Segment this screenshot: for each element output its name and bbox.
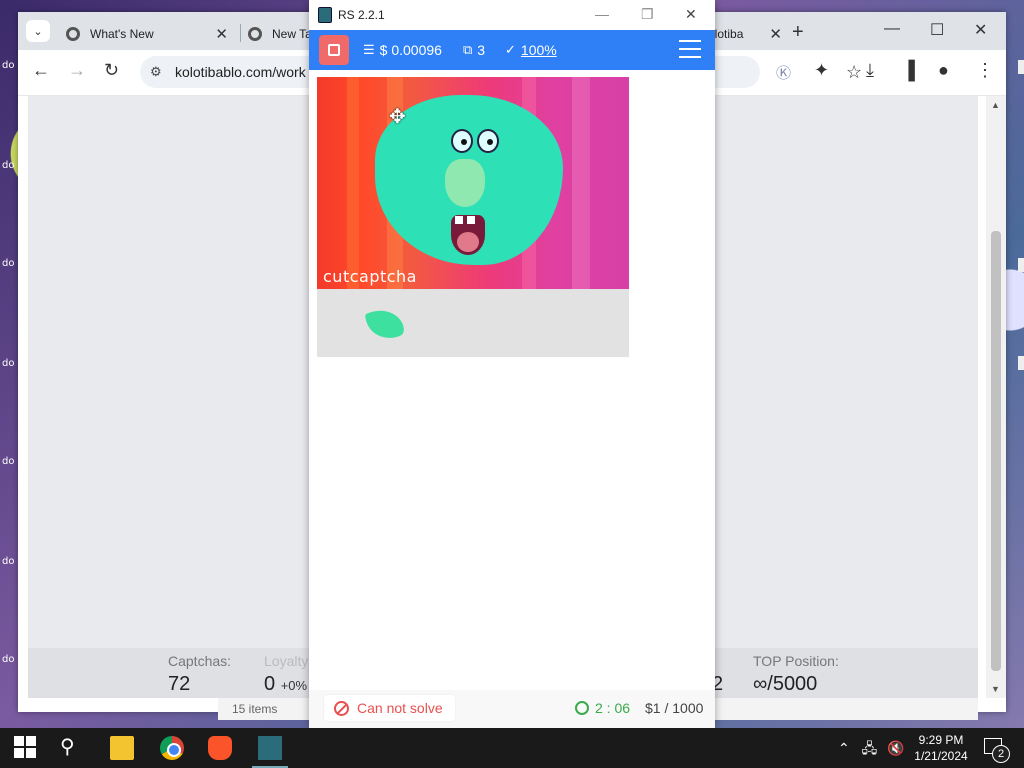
network-icon[interactable]: 🖧 xyxy=(862,740,878,756)
cutcaptcha-logo: cutcaptcha xyxy=(323,267,417,286)
extensions-icon[interactable]: ✦ xyxy=(814,60,829,81)
bookmark-star-icon[interactable]: ☆ xyxy=(846,62,862,83)
notification-badge: 2 xyxy=(992,745,1010,763)
images-count: ⧉ 3 xyxy=(463,42,485,58)
monster-eye xyxy=(477,129,499,153)
desktop-icon-right[interactable] xyxy=(1018,356,1024,370)
captchas-label: Captchas: xyxy=(168,653,232,669)
rs-app-icon xyxy=(318,7,332,23)
back-icon[interactable]: ← xyxy=(32,60,50,81)
search-icon[interactable]: ⚲ xyxy=(60,734,84,758)
new-tab-icon[interactable]: + xyxy=(792,21,804,44)
address-text: kolotibablo.com/work xyxy=(175,64,306,80)
coins-icon: ☰ xyxy=(363,42,375,57)
loyalty-value: 0 +0% xyxy=(264,673,308,695)
close-icon[interactable]: ✕ xyxy=(769,25,782,43)
bg-stripe xyxy=(572,77,590,289)
clock-date: 1/21/2024 xyxy=(914,749,968,763)
monster-tooth xyxy=(455,216,463,224)
monster-nose xyxy=(445,159,485,207)
balance-value: $ 0.00096 xyxy=(379,42,442,58)
clock[interactable]: 9:29 PM 1/21/2024 xyxy=(908,732,974,764)
move-cursor-icon: ✥ xyxy=(389,106,406,128)
captcha-image[interactable]: cutcaptcha xyxy=(317,77,629,289)
accuracy-value: 100% xyxy=(520,42,557,58)
download-icon[interactable]: ⤓ xyxy=(866,60,874,81)
desktop-icon-right[interactable] xyxy=(1018,258,1024,272)
hamburger-menu-icon[interactable] xyxy=(679,40,701,60)
stop-button[interactable] xyxy=(319,35,349,65)
tab-separator xyxy=(240,24,241,42)
monster-tooth xyxy=(467,216,475,224)
tab-kolotibablo[interactable]: olotiba ✕ xyxy=(708,18,782,50)
scroll-down-icon[interactable]: ▼ xyxy=(991,684,1000,694)
forward-icon[interactable]: → xyxy=(68,60,86,81)
timer: 2 : 06 xyxy=(575,700,630,716)
chevron-down-icon: ⌄ xyxy=(33,25,43,38)
side-panel-icon[interactable]: ▐ xyxy=(902,60,915,81)
bg-stripe xyxy=(347,77,359,289)
chrome-favicon-icon xyxy=(248,27,262,41)
reload-icon[interactable]: ↻ xyxy=(104,60,119,81)
rs-titlebar: RS 2.2.1 — ❐ ✕ xyxy=(309,0,715,30)
desktop-icon-right[interactable] xyxy=(1018,60,1024,74)
close-icon[interactable]: ✕ xyxy=(685,6,697,23)
scrollbar[interactable]: ▲ ▼ xyxy=(986,96,1006,698)
chevron-up-icon[interactable]: ⌃ xyxy=(838,740,850,756)
maximize-icon[interactable]: ☐ xyxy=(930,20,944,40)
kolotibablo-extension-icon[interactable]: Ⓚ xyxy=(776,62,791,83)
stop-icon xyxy=(328,44,340,56)
volume-muted-icon[interactable]: 🔇 xyxy=(887,740,904,756)
clock-time: 9:29 PM xyxy=(918,733,964,747)
monster-eye xyxy=(451,129,473,153)
site-settings-icon[interactable]: ⚙ xyxy=(150,64,162,80)
tab-search-button[interactable]: ⌄ xyxy=(26,20,50,42)
puzzle-piece-tray xyxy=(317,289,629,357)
brave-icon[interactable] xyxy=(208,736,232,760)
rs-taskbar-icon[interactable] xyxy=(258,736,282,760)
monster-tongue xyxy=(457,232,479,252)
chrome-favicon-icon xyxy=(66,27,80,41)
scroll-up-icon[interactable]: ▲ xyxy=(991,100,1000,110)
rs-footer: Can not solve 2 : 06 $1 / 1000 xyxy=(309,690,715,728)
top-position-label: TOP Position: xyxy=(753,653,839,669)
minimize-icon[interactable]: — xyxy=(595,6,609,22)
puzzle-piece[interactable] xyxy=(363,301,407,347)
check-circle-icon: ✓ xyxy=(505,42,516,57)
top-position-value: ∞/5000 xyxy=(753,673,818,695)
images-value: 3 xyxy=(477,42,486,58)
tab-label: New Ta xyxy=(272,27,312,41)
profile-icon[interactable]: ● xyxy=(938,60,949,81)
menu-icon[interactable]: ⋮ xyxy=(976,60,994,81)
close-icon[interactable]: ✕ xyxy=(215,25,228,43)
close-window-icon[interactable]: ✕ xyxy=(974,20,987,40)
minimize-icon[interactable]: — xyxy=(884,20,900,38)
system-tray: ⌃ 🖧 🔇 xyxy=(838,738,905,762)
rs-window: RS 2.2.1 — ❐ ✕ ☰ $ 0.00096 ⧉ 3 ✓ 100% cu… xyxy=(309,0,715,728)
tab-whats-new[interactable]: What's New ✕ xyxy=(66,18,236,50)
tab-label: What's New xyxy=(90,27,154,41)
taskbar: ⚲ ⌃ 🖧 🔇 9:29 PM 1/21/2024 2 xyxy=(0,728,1024,768)
images-icon: ⧉ xyxy=(463,42,473,57)
rate: $1 / 1000 xyxy=(645,700,704,716)
rs-title: RS 2.2.1 xyxy=(338,8,385,22)
cannot-solve-label: Can not solve xyxy=(357,700,443,716)
captchas-value: 72 xyxy=(168,673,191,695)
cannot-solve-button[interactable]: Can not solve xyxy=(323,694,456,722)
balance: ☰ $ 0.00096 xyxy=(363,42,442,58)
timer-value: 2 : 06 xyxy=(595,700,631,716)
chrome-icon[interactable] xyxy=(160,736,184,760)
file-explorer-icon[interactable] xyxy=(110,736,134,760)
loyalty-label: Loyalty xyxy=(264,653,309,669)
windows-start-icon[interactable] xyxy=(14,736,38,760)
clock-icon xyxy=(575,701,589,715)
rs-status-bar: ☰ $ 0.00096 ⧉ 3 ✓ 100% xyxy=(309,30,715,70)
accuracy[interactable]: ✓ 100% xyxy=(505,42,557,58)
maximize-icon[interactable]: ❐ xyxy=(641,6,654,23)
block-icon xyxy=(334,700,349,716)
scroll-thumb[interactable] xyxy=(991,231,1001,671)
